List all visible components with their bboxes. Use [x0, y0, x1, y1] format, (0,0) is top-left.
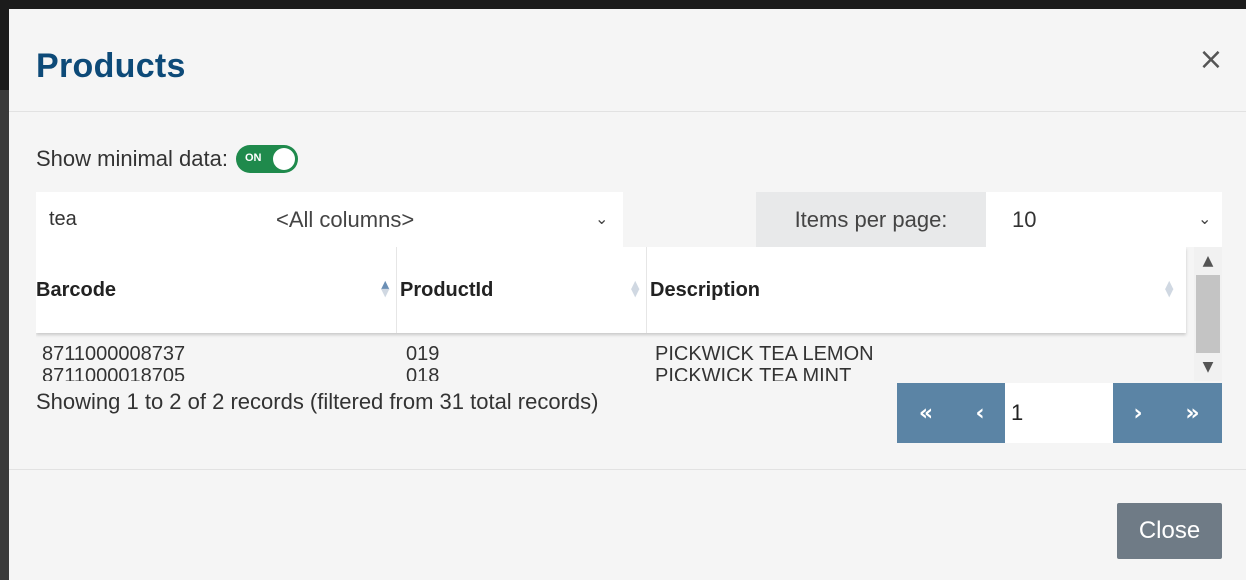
sort-icon: ▲ ▼ [1165, 278, 1174, 299]
column-header-label: ProductId [400, 278, 494, 301]
items-per-page-select[interactable]: 10 ⌄ [986, 192, 1222, 247]
cell-description: PICKWICK TEA LEMON [655, 343, 874, 365]
table-body: 8711000008737 019 PICKWICK TEA LEMON 871… [36, 343, 1186, 381]
filter-row: <All columns> ⌄ Items per page: 10 ⌄ [36, 192, 1222, 247]
close-button[interactable]: Close [1117, 503, 1222, 559]
table-header: Barcode ▲ ▼ ProductId ▲ ▼ Description ▲ ▼ [36, 247, 1186, 333]
minimal-data-toggle[interactable]: ON [235, 145, 298, 173]
scroll-up-icon[interactable]: ▲ [1194, 247, 1222, 275]
modal-title: Products [36, 47, 186, 85]
cell-description: PICKWICK TEA MINT [655, 365, 852, 381]
scroll-thumb[interactable] [1196, 275, 1220, 353]
prev-page-button[interactable]: ‹ [955, 383, 1005, 443]
chevron-down-icon: ⌄ [595, 209, 609, 228]
next-page-button[interactable]: › [1113, 383, 1163, 443]
close-icon[interactable]: × [1198, 45, 1224, 75]
toggle-state-text: ON [244, 152, 262, 164]
sort-ascending-icon: ▲ ▼ [381, 278, 390, 299]
scroll-down-icon[interactable]: ▼ [1194, 353, 1222, 381]
first-page-button[interactable]: « [897, 383, 955, 443]
column-header-barcode[interactable]: Barcode ▲ ▼ [36, 247, 396, 333]
column-header-description[interactable]: Description ▲ ▼ [646, 247, 1186, 333]
sort-icon: ▲ ▼ [631, 278, 640, 299]
cell-productid: 019 [406, 343, 440, 365]
last-page-button[interactable]: » [1163, 383, 1222, 443]
chevron-down-icon: ⌄ [1198, 209, 1212, 228]
footer-divider [9, 469, 1246, 470]
search-input[interactable] [36, 192, 250, 247]
column-select-value: <All columns> [276, 206, 415, 232]
toggle-knob [272, 148, 295, 170]
cell-productid: 018 [406, 365, 440, 381]
cell-barcode: 8711000018705 [42, 365, 186, 381]
column-header-label: Description [650, 278, 761, 301]
pagination: « ‹ › » [897, 383, 1222, 443]
table-row[interactable]: 8711000018705 018 PICKWICK TEA MINT [36, 365, 1186, 381]
products-modal: Products × Show minimal data: ON <All co… [9, 9, 1246, 580]
page-number-input[interactable] [1005, 383, 1113, 443]
items-per-page-label: Items per page: [756, 192, 986, 247]
records-info: Showing 1 to 2 of 2 records (filtered fr… [36, 389, 599, 414]
backdrop-top [0, 0, 1246, 9]
column-select[interactable]: <All columns> ⌄ [250, 192, 623, 247]
table-scrollbar[interactable]: ▲ ▼ [1194, 247, 1222, 381]
minimal-data-label: Show minimal data: [36, 146, 228, 171]
products-table: Barcode ▲ ▼ ProductId ▲ ▼ Description ▲ ▼ 8… [36, 247, 1222, 381]
items-per-page-value: 10 [1012, 206, 1037, 232]
column-header-productid[interactable]: ProductId ▲ ▼ [396, 247, 646, 333]
table-row[interactable]: 8711000008737 019 PICKWICK TEA LEMON [36, 343, 1186, 365]
column-header-label: Barcode [36, 278, 117, 301]
modal-header: Products × [9, 9, 1246, 112]
backdrop-left [0, 0, 9, 580]
cell-barcode: 8711000008737 [42, 343, 186, 365]
minimal-data-row: Show minimal data: ON [36, 144, 298, 174]
